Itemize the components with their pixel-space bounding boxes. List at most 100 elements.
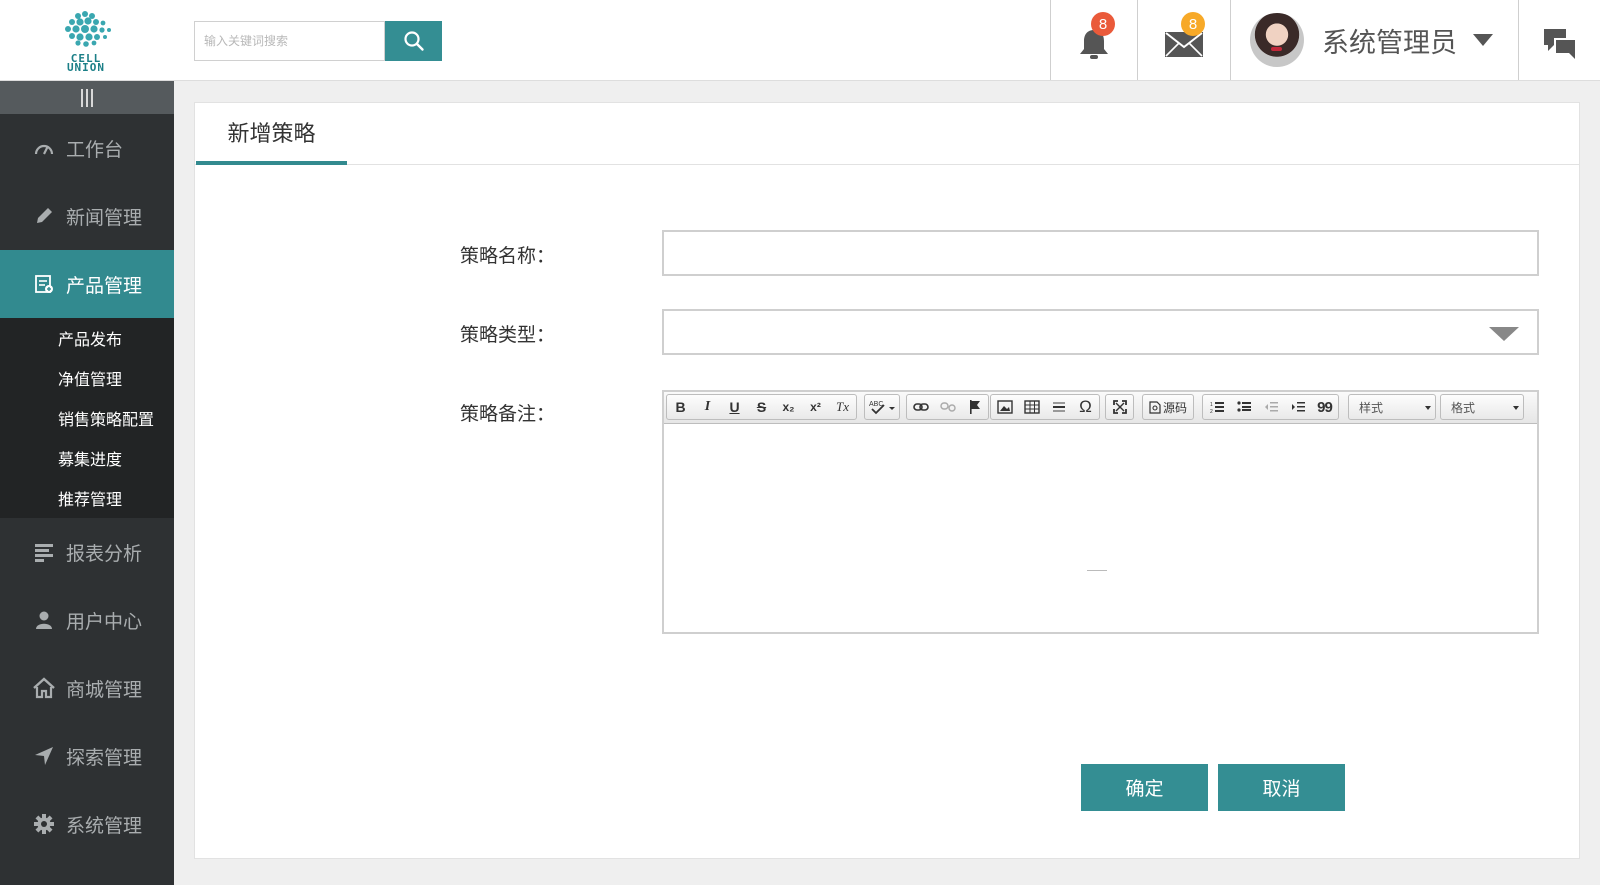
bullet-list-button[interactable]	[1230, 395, 1257, 419]
chat-icon	[1544, 29, 1575, 59]
sidebar-item-reports[interactable]: 报表分析	[0, 518, 174, 586]
rich-text-editor: B I U S x₂ x² Tx ABC Ω 源码 1 2 99 样式 格式	[662, 390, 1539, 634]
anchor-button[interactable]	[961, 395, 988, 419]
caret-down-icon	[1473, 34, 1493, 46]
submenu-item-sales-strategy[interactable]: 销售策略配置	[0, 398, 174, 438]
sidebar-item-user-center[interactable]: 用户中心	[0, 586, 174, 654]
toolbar-group-source: 源码	[1142, 394, 1195, 420]
toolbar-group-insert: Ω	[990, 394, 1100, 420]
indent-button[interactable]	[1284, 395, 1311, 419]
logo-mark	[65, 11, 111, 47]
horizontal-rule-button[interactable]	[1045, 395, 1072, 419]
tab-add-strategy[interactable]: 新增策略	[196, 103, 347, 165]
strikethrough-button[interactable]: S	[748, 395, 775, 419]
sidebar: 工作台 新闻管理 产品管理 产品发布 净值管理 销售策略配置 募集进度 推荐管理…	[0, 81, 174, 885]
bullet-list-icon	[1236, 401, 1251, 412]
image-button[interactable]	[991, 395, 1018, 419]
strategy-name-label: 策略名称：	[459, 245, 555, 267]
header-divider	[1050, 0, 1051, 80]
mail-count-badge: 8	[1181, 12, 1205, 36]
header-divider	[1230, 0, 1231, 80]
link-button[interactable]	[907, 395, 934, 419]
outdent-button[interactable]	[1257, 395, 1284, 419]
strategy-note-label: 策略备注：	[459, 403, 555, 425]
strategy-type-label: 策略类型：	[459, 324, 555, 346]
submenu-item-fundraising-progress[interactable]: 募集进度	[0, 438, 174, 478]
sidebar-item-label: 系统管理	[66, 814, 143, 837]
sidebar-item-label: 报表分析	[66, 542, 143, 565]
cell-union-logo[interactable]: CELL UNION	[56, 10, 116, 74]
superscript-button[interactable]: x²	[802, 395, 829, 419]
unlink-icon	[939, 402, 956, 412]
sidebar-item-label: 工作台	[66, 138, 124, 161]
sidebar-submenu: 产品发布 净值管理 销售策略配置 募集进度 推荐管理	[0, 318, 174, 518]
svg-text:1: 1	[1210, 402, 1213, 408]
logo-text: CELL UNION	[66, 52, 106, 74]
mail-button[interactable]: 8	[1160, 12, 1208, 66]
cancel-button[interactable]: 取消	[1218, 764, 1345, 811]
strategy-type-select[interactable]	[662, 309, 1539, 355]
italic-button[interactable]: I	[694, 395, 721, 419]
spellcheck-button[interactable]: ABC	[865, 395, 899, 419]
notification-button[interactable]: 8	[1070, 12, 1118, 66]
confirm-button[interactable]: 确定	[1081, 764, 1208, 811]
menu-bars-icon	[81, 88, 93, 107]
table-button[interactable]	[1018, 395, 1045, 419]
toolbar-group-spell: ABC	[864, 394, 900, 420]
navigation-icon	[33, 745, 55, 767]
search-button[interactable]	[385, 21, 442, 61]
sidebar-item-label: 新闻管理	[66, 206, 143, 229]
notification-count-badge: 8	[1091, 12, 1115, 36]
submenu-item-nav-management[interactable]: 净值管理	[0, 358, 174, 398]
source-button[interactable]: 源码	[1143, 395, 1193, 419]
panel-tabbar: 新增策略	[195, 103, 1579, 165]
editor-resize-handle[interactable]	[1087, 570, 1107, 571]
format-combo-label: 格式	[1451, 400, 1476, 415]
toolbar-group-maximize	[1105, 394, 1134, 420]
source-icon	[1149, 400, 1161, 414]
sidebar-item-mall[interactable]: 商城管理	[0, 654, 174, 722]
sidebar-toggle[interactable]	[0, 81, 174, 114]
sidebar-item-label: 商城管理	[66, 678, 143, 701]
header-divider	[1518, 0, 1519, 80]
underline-button[interactable]: U	[721, 395, 748, 419]
unlink-button[interactable]	[934, 395, 961, 419]
table-icon	[1023, 400, 1040, 414]
blockquote-button[interactable]: 99	[1311, 395, 1338, 419]
caret-down-icon	[1425, 406, 1431, 410]
editor-content-area[interactable]	[664, 424, 1537, 632]
submenu-item-recommendations[interactable]: 推荐管理	[0, 478, 174, 518]
bold-button[interactable]: B	[667, 395, 694, 419]
svg-text:2: 2	[1210, 409, 1213, 414]
gear-icon	[33, 813, 55, 835]
sidebar-item-news[interactable]: 新闻管理	[0, 182, 174, 250]
sidebar-item-products[interactable]: 产品管理	[0, 250, 174, 318]
ordered-list-button[interactable]: 12	[1203, 395, 1230, 419]
style-combo-label: 样式	[1359, 400, 1384, 415]
remove-format-button[interactable]: Tx	[829, 395, 856, 419]
search-box	[194, 21, 385, 61]
home-icon	[33, 677, 55, 699]
top-header: CELL UNION 8 8 系统管理员	[0, 0, 1600, 81]
strategy-name-input[interactable]	[664, 232, 1537, 274]
sidebar-item-label: 探索管理	[66, 746, 143, 769]
maximize-icon	[1112, 400, 1127, 414]
sidebar-item-workbench[interactable]: 工作台	[0, 114, 174, 182]
maximize-button[interactable]	[1106, 395, 1133, 419]
style-combo[interactable]: 样式	[1348, 394, 1436, 420]
subscript-button[interactable]: x₂	[775, 395, 802, 419]
outdent-icon	[1264, 402, 1278, 412]
indent-icon	[1291, 402, 1305, 412]
chat-button[interactable]	[1542, 26, 1578, 62]
format-combo[interactable]: 格式	[1440, 394, 1524, 420]
sidebar-item-system[interactable]: 系统管理	[0, 790, 174, 858]
toolbar-group-lists: 12 99	[1202, 394, 1339, 420]
sidebar-item-explore[interactable]: 探索管理	[0, 722, 174, 790]
special-char-button[interactable]: Ω	[1072, 395, 1099, 419]
submenu-item-product-release[interactable]: 产品发布	[0, 318, 174, 358]
user-menu[interactable]: 系统管理员	[1250, 12, 1500, 68]
search-input[interactable]	[195, 22, 384, 60]
flag-icon	[969, 400, 980, 414]
product-icon	[33, 273, 55, 295]
image-icon	[996, 400, 1013, 414]
